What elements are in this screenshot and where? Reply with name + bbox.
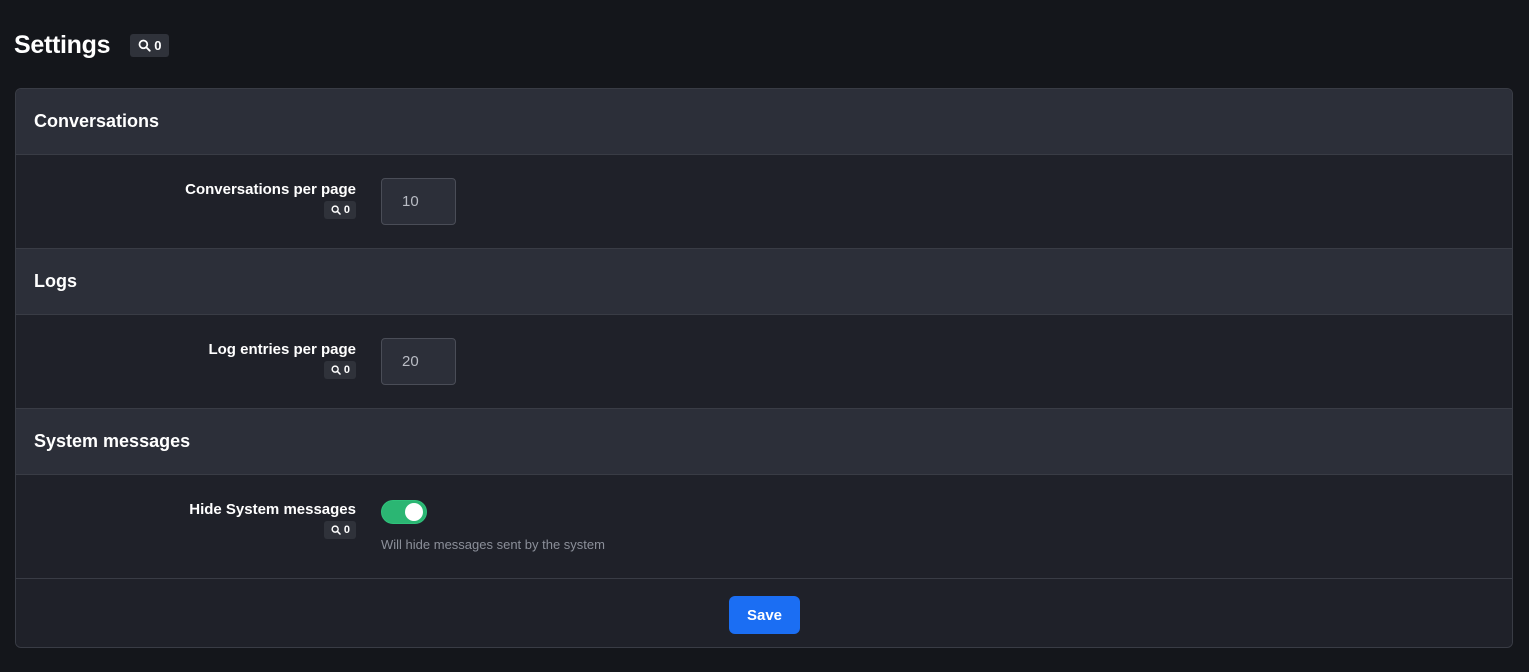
setting-row-log-entries-per-page: Log entries per page 0 [16,315,1512,409]
search-icon [331,205,341,215]
search-count-badge[interactable]: 0 [130,33,170,57]
section-title: Conversations [34,111,160,131]
badge-count: 0 [343,204,350,216]
search-count-badge[interactable]: 0 [323,201,356,219]
search-count-badge[interactable]: 0 [323,521,356,539]
field-label: Conversations per page [185,181,356,198]
setting-row-conversations-per-page: Conversations per page 0 [16,155,1512,249]
setting-label-column: Log entries per page 0 [208,341,356,379]
search-count-badge[interactable]: 0 [323,361,356,379]
setting-label-column: Hide System messages 0 [189,501,356,539]
section-title: Logs [34,271,77,291]
search-icon [331,525,341,535]
field-label: Log entries per page [208,341,356,358]
badge-count: 0 [343,524,350,536]
save-button[interactable]: Save [729,596,800,634]
conversations-per-page-input[interactable] [381,178,456,225]
toggle-knob [405,503,423,521]
section-header-logs: Logs [16,249,1512,315]
badge-count: 0 [154,37,162,53]
help-text: Will hide messages sent by the system [381,537,605,552]
settings-card: Conversations Conversations per page 0 L… [15,88,1513,648]
section-header-system-messages: System messages [16,409,1512,475]
card-footer: Save [16,579,1512,647]
badge-count: 0 [343,364,350,376]
setting-row-hide-system-messages: Hide System messages 0 Will hide message… [16,475,1512,579]
log-entries-per-page-input[interactable] [381,338,456,385]
settings-page: Settings 0 Conversations Conversations p… [0,0,1529,672]
search-icon [138,39,151,52]
section-title: System messages [34,431,191,451]
page-title: Settings [14,30,111,59]
field-label: Hide System messages [189,501,356,518]
hide-system-messages-toggle[interactable] [381,500,427,524]
setting-label-column: Conversations per page 0 [185,181,356,219]
search-icon [331,365,341,375]
section-header-conversations: Conversations [16,89,1512,155]
page-header: Settings 0 [14,28,170,62]
